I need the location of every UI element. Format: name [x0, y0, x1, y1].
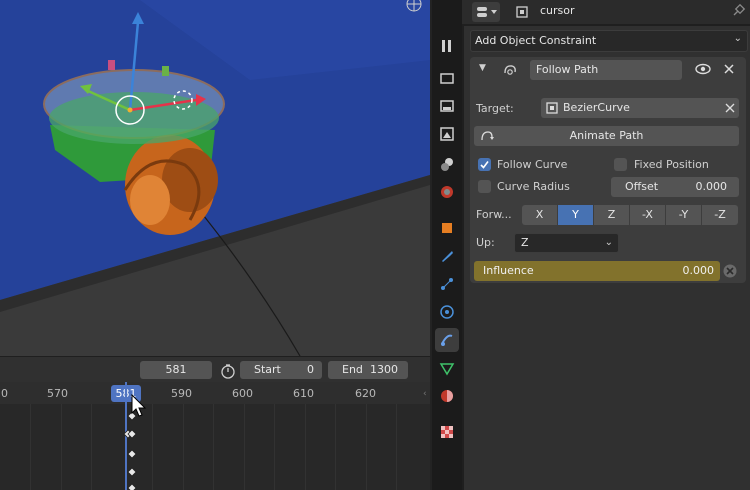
- follow-path-icon: [502, 62, 518, 81]
- forward-axis-z[interactable]: Z: [594, 205, 629, 225]
- disable-keep-transform-icon[interactable]: [722, 263, 738, 282]
- influence-value: 0.000: [682, 264, 715, 277]
- ruler-label: 620: [355, 387, 376, 400]
- viewport-scene: [0, 0, 430, 356]
- offset-label: Offset: [625, 180, 659, 193]
- material-tab-icon[interactable]: [435, 384, 459, 408]
- forward-axis-label: Forw...: [476, 208, 512, 221]
- animate-path-icon: [481, 131, 494, 141]
- keyframe-area[interactable]: [0, 382, 430, 490]
- start-frame-field[interactable]: Start 0: [240, 361, 322, 379]
- up-axis-label: Up:: [476, 236, 495, 249]
- pin-icon[interactable]: [730, 3, 746, 22]
- eye-icon[interactable]: [694, 62, 712, 79]
- data-tab-icon[interactable]: [435, 356, 459, 380]
- current-frame-field[interactable]: 581: [140, 361, 212, 379]
- target-label: Target:: [476, 102, 514, 115]
- animate-path-label: Animate Path: [569, 129, 644, 142]
- texture-tab-icon[interactable]: [435, 420, 459, 444]
- up-axis-value: Z: [521, 236, 529, 249]
- start-value: 0: [307, 363, 314, 376]
- collapse-arrow-icon[interactable]: ‹: [423, 389, 427, 399]
- offset-value: 0.000: [695, 180, 728, 193]
- forward-axis-neg-z[interactable]: -Z: [702, 205, 738, 225]
- editor-type-icon[interactable]: [472, 2, 500, 22]
- output-tab-icon[interactable]: [435, 94, 459, 118]
- tool-tab-icon[interactable]: [435, 34, 459, 58]
- grid-icon[interactable]: [404, 0, 424, 16]
- end-label: End: [342, 363, 363, 376]
- constraint-name-field[interactable]: Follow Path: [530, 60, 682, 80]
- frame-ruler[interactable]: 0 570 581 590 600 610 620 ‹: [0, 382, 430, 405]
- chevron-down-icon: ⌄: [733, 33, 742, 44]
- add-object-constraint-dropdown[interactable]: Add Object Constraint ⌄: [470, 30, 748, 52]
- curve-radius-label: Curve Radius: [497, 180, 570, 193]
- ruler-label: 570: [47, 387, 68, 400]
- physics-tab-icon[interactable]: [435, 300, 459, 324]
- scene-tab-icon[interactable]: [435, 152, 459, 176]
- forward-axis-neg-x[interactable]: -X: [630, 205, 665, 225]
- forward-axis-x[interactable]: X: [522, 205, 557, 225]
- mouse-pointer-icon: [131, 394, 147, 417]
- forward-axis-selector: X Y Z -X -Y -Z: [522, 205, 738, 225]
- properties-header: cursor: [462, 0, 750, 24]
- object-name: cursor: [540, 4, 575, 17]
- clear-target-icon[interactable]: [725, 103, 735, 113]
- modifier-tab-icon[interactable]: [435, 244, 459, 268]
- collapse-triangle-icon[interactable]: ▼: [479, 63, 486, 73]
- target-field[interactable]: BezierCurve: [541, 98, 739, 118]
- follow-curve-checkbox[interactable]: [478, 158, 491, 171]
- end-frame-field[interactable]: End 1300: [328, 361, 408, 379]
- timeline-header: 581 Start 0 End 1300: [0, 356, 430, 383]
- current-frame-value: 581: [165, 363, 187, 376]
- constraints-tab-icon[interactable]: [435, 328, 459, 352]
- up-axis-dropdown[interactable]: Z ⌄: [514, 233, 619, 253]
- properties-tabs: [432, 0, 462, 490]
- ruler-label: 600: [232, 387, 253, 400]
- chevron-down-icon: ⌄: [604, 237, 613, 248]
- ruler-label: 590: [171, 387, 192, 400]
- fixed-position-label: Fixed Position: [634, 158, 709, 171]
- add-constraint-label: Add Object Constraint: [475, 34, 597, 47]
- offset-field[interactable]: Offset 0.000: [611, 177, 739, 197]
- target-value: BezierCurve: [563, 101, 630, 114]
- influence-label: Influence: [483, 264, 534, 277]
- follow-path-constraint-panel: ▼ Follow Path Target: BezierCurve Animat…: [470, 57, 746, 283]
- render-tab-icon[interactable]: [435, 66, 459, 90]
- follow-curve-label: Follow Curve: [497, 158, 568, 171]
- object-tab-icon[interactable]: [435, 216, 459, 240]
- start-label: Start: [254, 363, 281, 376]
- ruler-label: 0: [1, 387, 8, 400]
- curve-radius-checkbox[interactable]: [478, 180, 491, 193]
- animate-path-button[interactable]: Animate Path: [474, 126, 739, 146]
- constraint-name: Follow Path: [536, 63, 599, 76]
- end-value: 1300: [370, 363, 398, 376]
- world-tab-icon[interactable]: [435, 180, 459, 204]
- ruler-label: 610: [293, 387, 314, 400]
- forward-axis-neg-y[interactable]: -Y: [666, 205, 701, 225]
- influence-slider[interactable]: Influence 0.000: [474, 261, 720, 281]
- fixed-position-checkbox[interactable]: [614, 158, 627, 171]
- close-icon[interactable]: [722, 62, 736, 79]
- forward-axis-y[interactable]: Y: [558, 205, 593, 225]
- view-layer-tab-icon[interactable]: [435, 122, 459, 146]
- 3d-viewport[interactable]: [0, 0, 430, 356]
- object-icon: [514, 4, 530, 23]
- timeline-editor[interactable]: 581 Start 0 End 1300 0 570 581 590 600 6…: [0, 356, 430, 490]
- particles-tab-icon[interactable]: [435, 272, 459, 296]
- stopwatch-icon[interactable]: [220, 363, 236, 382]
- curve-object-icon: [546, 102, 558, 114]
